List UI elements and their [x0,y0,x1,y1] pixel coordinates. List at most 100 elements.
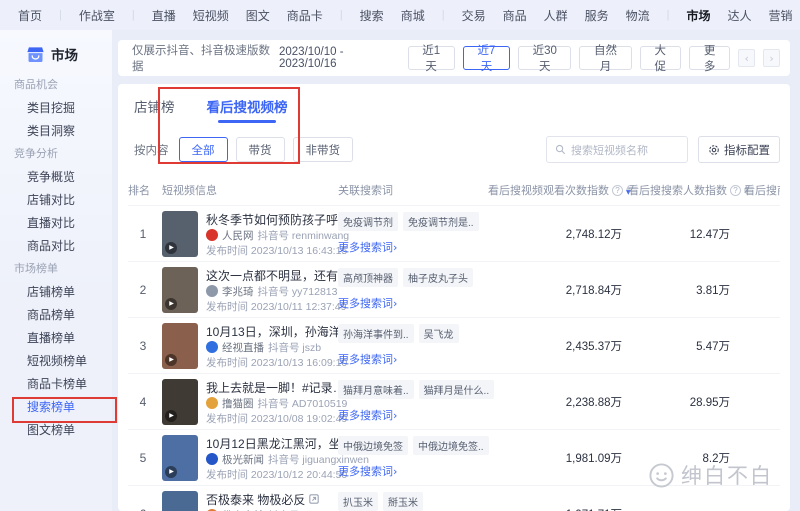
video-title[interactable]: 10月13日，深圳，孙海洋出法院后表示对判... [206,323,356,340]
sidebar-item-graphic-ranking[interactable]: 图文榜单 [0,419,112,442]
tab-shop-ranking[interactable]: 店铺榜 [134,96,175,123]
range-button-30d[interactable]: 近30天 [518,46,571,70]
help-icon[interactable]: ? [612,185,623,196]
keyword-tag[interactable]: 中俄边境免签.. [413,436,489,455]
date-range[interactable]: 2023/10/10 - 2023/10/16 [279,46,396,70]
nav-item-audience[interactable]: 人群 [544,7,568,24]
sidebar-item-live-compare[interactable]: 直播对比 [0,212,112,235]
nav-item-influencer[interactable]: 达人 [728,7,752,24]
range-button-7d[interactable]: 近7天 [463,46,510,70]
col-video-info: 短视频信息 [158,182,338,198]
account-name[interactable]: 经视直播 [222,340,264,355]
nav-item-live[interactable]: 直播 [152,7,176,24]
video-thumbnail[interactable]: ▶ [162,211,198,257]
keyword-tag[interactable]: 免疫调节剂 [338,212,398,231]
video-title[interactable]: 这次一点都不明显，还有股柚子的清香，家... [206,267,356,284]
video-thumbnail[interactable]: ▶ [162,435,198,481]
next-period-button[interactable]: › [763,49,780,67]
col-rank: 排名 [128,182,158,198]
filter-without-goods[interactable]: 非带货 [293,137,354,162]
filter-all[interactable]: 全部 [179,137,228,162]
metric-config-button[interactable]: 指标配置 [698,136,780,163]
video-thumbnail[interactable]: ▶ [162,379,198,425]
account-name[interactable]: 人民网 [222,228,254,243]
video-thumbnail[interactable]: ▶ [162,491,198,511]
account-name[interactable]: 撸猫圈 [222,396,254,411]
more-keywords-link[interactable]: 更多搜索词› [338,354,397,366]
nav-item-warroom[interactable]: 作战室 [79,7,115,24]
video-title[interactable]: 否极泰来 物极必反 [206,491,305,508]
nav-item-trade[interactable]: 交易 [462,7,486,24]
main-content: 店铺榜 看后搜视频榜 按内容 全部 带货 非带货 搜索短视频名称 指标配置 排名 [118,84,790,511]
keyword-tag[interactable]: 掰玉米 [383,492,423,511]
video-title[interactable]: 秋冬季节如何预防孩子呼吸道感染，钟南山... [206,211,356,228]
sidebar-item-product-ranking[interactable]: 商品榜单 [0,304,112,327]
account-name[interactable]: 极光新闻 [222,452,264,467]
col-keywords: 关联搜索词 [338,182,488,198]
nav-item-service[interactable]: 服务 [585,7,609,24]
range-button-promo[interactable]: 大促 [640,46,681,70]
video-search-placeholder: 搜索短视频名称 [571,142,648,158]
prev-period-button[interactable]: ‹ [738,49,755,67]
nav-item-logistics[interactable]: 物流 [626,7,650,24]
nav-item-marketing[interactable]: 营销 [769,7,793,24]
more-keywords-link[interactable]: 更多搜索词› [338,242,397,254]
watermark-text: 绅白不白 [681,460,773,490]
nav-item-search[interactable]: 搜索 [360,7,384,24]
publish-time: 发布时间 2023/10/13 16:43:15 [206,243,338,258]
nav-item-market[interactable]: 市场 [687,7,711,24]
nav-item-product[interactable]: 商品 [503,7,527,24]
keyword-tag[interactable]: 扒玉米 [338,492,378,511]
filter-with-goods[interactable]: 带货 [236,137,285,162]
table-row: 2 ▶ 这次一点都不明显，还有股柚子的清香，家... 李兆琦抖音号 yy7128… [128,261,780,317]
keyword-tag[interactable]: 高颅顶神器 [338,268,398,287]
nav-item-home[interactable]: 首页 [18,7,42,24]
keyword-tag[interactable]: 孙海洋事件到.. [338,324,414,343]
range-button-natural-month[interactable]: 自然月 [579,46,631,70]
nav-item-short-video[interactable]: 短视频 [193,7,229,24]
content-filter-label: 按内容 [134,142,169,158]
video-title[interactable]: 10月12日黑龙江黑河，坐船仅需7分钟到达... [206,435,356,452]
range-button-more[interactable]: 更多 [689,46,730,70]
sidebar-item-live-ranking[interactable]: 直播榜单 [0,327,112,350]
nav-item-product-card[interactable]: 商品卡 [287,7,323,24]
account-name[interactable]: 佛山电翰 [222,508,264,511]
gear-icon [708,144,720,156]
keyword-tag[interactable]: 猫拜月意味着.. [338,380,414,399]
avatar [206,341,218,353]
col-search-index[interactable]: 看后搜搜索人数指数 ? ▲▼ [628,182,749,198]
publish-time: 发布时间 2023/10/11 12:37:49 [206,299,338,314]
more-keywords-link[interactable]: 更多搜索词› [338,410,397,422]
sidebar-item-search-ranking[interactable]: 搜索榜单 [0,396,112,419]
keyword-tag[interactable]: 中俄边境免签 [338,436,408,455]
keyword-tag[interactable]: 免疫调节剂是.. [403,212,479,231]
video-thumbnail[interactable]: ▶ [162,323,198,369]
range-button-1d[interactable]: 近1天 [408,46,455,70]
avatar [206,285,218,297]
sidebar-item-shop-compare[interactable]: 店铺对比 [0,189,112,212]
keyword-tag[interactable]: 吴飞龙 [419,324,459,343]
view-index-value: 1,971.71万 [488,506,628,511]
account-name[interactable]: 李兆琦 [222,284,254,299]
sidebar-item-competition-overview[interactable]: 竞争概览 [0,166,112,189]
nav-item-graphic[interactable]: 图文 [246,7,270,24]
expand-icon[interactable] [309,494,319,504]
more-keywords-link[interactable]: 更多搜索词› [338,466,397,478]
sidebar-item-category-insight[interactable]: 类目洞察 [0,120,112,143]
keyword-tag[interactable]: 柚子皮丸子头 [403,268,473,287]
video-title[interactable]: 我上去就是一脚！#记录猫咪日常 #动物的迷... [206,379,356,396]
more-keywords-link[interactable]: 更多搜索词› [338,298,397,310]
sidebar-item-product-compare[interactable]: 商品对比 [0,235,112,258]
video-thumbnail[interactable]: ▶ [162,267,198,313]
tab-watch-then-search-video-ranking[interactable]: 看后搜视频榜 [207,96,288,123]
watermark: 绅白不白 [648,460,773,490]
col-view-index[interactable]: 看后搜视频观看次数指数 ? ▲▼ [488,182,631,198]
video-search-input[interactable]: 搜索短视频名称 [546,136,688,163]
view-index-value: 2,435.37万 [488,338,628,354]
keyword-tag[interactable]: 猫拜月是什么.. [419,380,495,399]
sidebar-item-product-card-ranking[interactable]: 商品卡榜单 [0,373,112,396]
sidebar-item-shop-ranking[interactable]: 店铺榜单 [0,281,112,304]
nav-item-mall[interactable]: 商城 [401,7,425,24]
sidebar-item-short-video-ranking[interactable]: 短视频榜单 [0,350,112,373]
sidebar-item-category-mining[interactable]: 类目挖掘 [0,97,112,120]
